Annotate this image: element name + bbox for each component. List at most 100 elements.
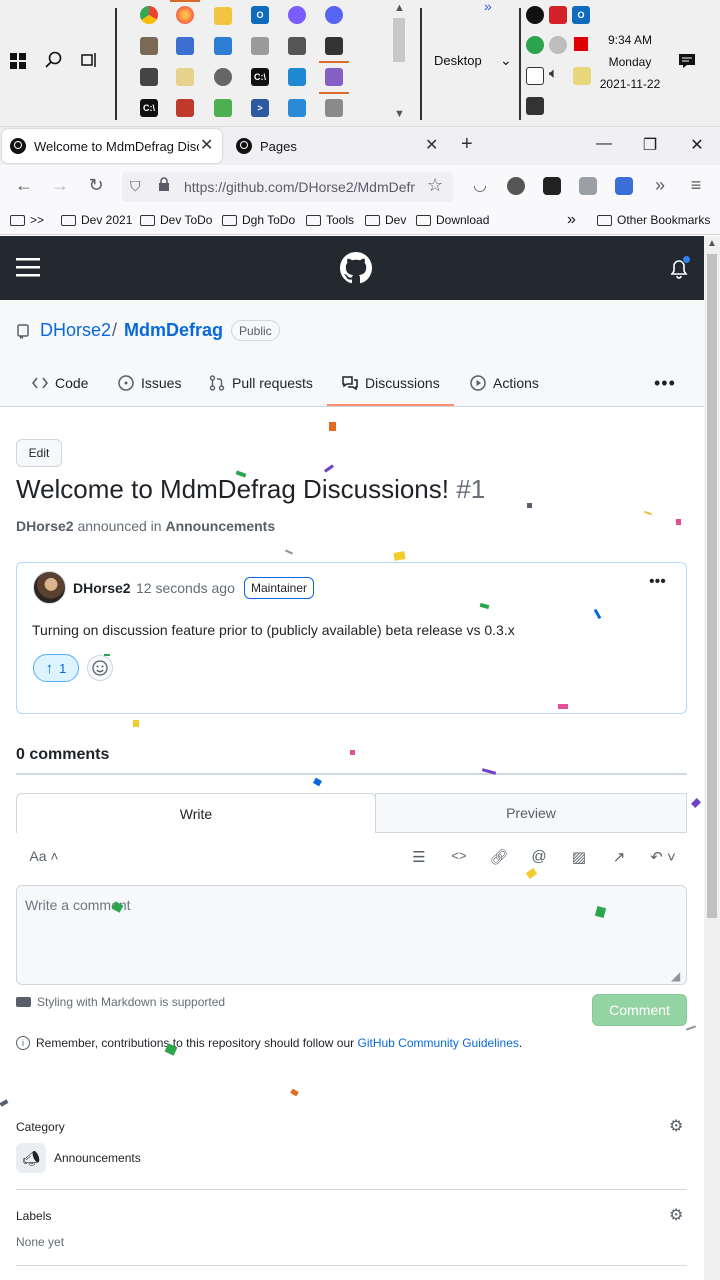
avatar[interactable] — [33, 571, 66, 604]
clock-day[interactable]: Monday — [590, 55, 670, 69]
repo-owner-link[interactable]: DHorse2 — [40, 320, 111, 341]
tracking-protection-icon[interactable]: ⛉ — [130, 178, 141, 195]
tray-notes-icon[interactable] — [573, 67, 591, 85]
post-options-kebab-icon[interactable]: ••• — [649, 573, 666, 591]
list-icon[interactable]: ☰ — [407, 848, 431, 866]
minimize-icon[interactable]: — — [594, 135, 614, 153]
terminal-icon[interactable]: C:\ — [140, 99, 158, 117]
community-guidelines-link[interactable]: GitHub Community Guidelines — [358, 1036, 519, 1050]
other-bookmarks[interactable]: Other Bookmarks — [597, 213, 710, 227]
tray-red-icon[interactable] — [574, 37, 588, 51]
task-view-icon[interactable] — [80, 52, 98, 73]
extension-avatar-icon[interactable] — [507, 177, 525, 195]
mention-icon[interactable]: @ — [527, 848, 551, 865]
messenger-icon[interactable] — [288, 6, 306, 24]
post-timestamp[interactable]: 12 seconds ago — [136, 580, 235, 596]
cross-reference-icon[interactable]: ↗ — [607, 848, 631, 866]
grid-app-icon[interactable] — [288, 99, 306, 117]
new-tab-icon[interactable]: + — [461, 133, 473, 156]
clock-date[interactable]: 2021-11-22 — [590, 77, 670, 91]
close-tab-icon[interactable]: ✕ — [425, 135, 438, 155]
post-author[interactable]: DHorse2 — [73, 580, 131, 596]
author-link[interactable]: DHorse2 — [16, 518, 74, 534]
extension-shield-icon[interactable] — [579, 177, 597, 195]
comment-textarea[interactable]: Write a comment — [16, 885, 687, 985]
upvote-button[interactable]: ↑ 1 — [33, 654, 79, 682]
desktop-toolbar-label[interactable]: Desktop — [434, 53, 482, 68]
pocket-icon[interactable]: ◡ — [468, 175, 492, 195]
comment-submit-button[interactable]: Comment — [592, 994, 687, 1026]
volume-mixer-icon[interactable] — [251, 37, 269, 55]
bookmark-folder-dev-todo[interactable]: Dev ToDo — [140, 213, 212, 227]
browser-tab-discussion[interactable]: Welcome to MdmDefrag Discus — [2, 129, 222, 163]
more-tabs-kebab-icon[interactable]: ••• — [654, 373, 676, 394]
tool-app-icon[interactable] — [288, 37, 306, 55]
bookmark-folder-dev[interactable]: Dev — [365, 213, 406, 227]
link-icon[interactable]: 🔗︎ — [487, 848, 511, 866]
tab-write[interactable]: Write — [16, 793, 376, 833]
windows-start-icon[interactable] — [10, 53, 26, 74]
paint-icon[interactable] — [214, 99, 232, 117]
git-app-icon[interactable] — [176, 99, 194, 117]
powershell-icon[interactable]: > — [251, 99, 269, 117]
close-window-icon[interactable]: ✕ — [687, 135, 707, 155]
bookmarks-overflow-chevrons-icon[interactable]: » — [567, 211, 576, 229]
tab-actions[interactable]: Actions — [470, 375, 539, 391]
bookmark-star-icon[interactable]: ☆ — [427, 175, 443, 196]
chevron-down-icon[interactable]: ⌄ — [500, 52, 512, 69]
vscode-icon[interactable] — [288, 68, 306, 86]
bookmark-folder-dev-2021[interactable]: Dev 2021 — [61, 213, 132, 227]
tab-code[interactable]: Code — [32, 375, 88, 391]
overflow-chevrons[interactable]: » — [484, 0, 492, 14]
device-manager-icon[interactable] — [325, 37, 343, 55]
search-icon[interactable] — [45, 51, 63, 74]
close-tab-icon[interactable]: ✕ — [200, 135, 213, 155]
image-icon[interactable]: ▨ — [567, 848, 591, 866]
extension-reader-icon[interactable] — [615, 177, 633, 195]
edit-button[interactable]: Edit — [16, 439, 62, 467]
reload-icon[interactable]: ↻ — [84, 175, 108, 196]
labels-gear-icon[interactable]: ⚙ — [669, 1205, 683, 1225]
hamburger-menu-icon[interactable]: ≡ — [684, 175, 708, 196]
scroll-up-icon[interactable]: ▲ — [707, 238, 717, 249]
code-icon[interactable]: <> — [447, 848, 471, 863]
taskbar-scroll-down-icon[interactable]: ▼ — [394, 108, 405, 120]
photos-icon[interactable] — [214, 37, 232, 55]
browser-tab-pages[interactable]: Pages — [228, 129, 428, 163]
network-app-icon[interactable] — [325, 99, 343, 117]
onedrive-icon[interactable] — [549, 36, 567, 54]
notifications-bell-icon[interactable] — [670, 255, 691, 284]
network-icon[interactable] — [526, 67, 544, 85]
tab-preview[interactable]: Preview — [375, 793, 687, 833]
github-logo-icon[interactable] — [340, 252, 372, 289]
back-icon[interactable]: ← — [12, 175, 36, 196]
category-link[interactable]: Announcements — [165, 518, 275, 534]
url-text[interactable]: https://github.com/DHorse2/MdmDefr — [184, 179, 420, 195]
hamburger-menu-icon[interactable] — [16, 257, 40, 282]
taskbar-scroll-thumb[interactable] — [393, 18, 405, 62]
firefox-icon[interactable] — [176, 6, 194, 24]
add-reaction-button[interactable] — [87, 655, 113, 681]
tray-camera-icon[interactable] — [526, 97, 544, 115]
command-prompt-icon[interactable]: C:\ — [251, 68, 269, 86]
outlook-icon[interactable]: O — [251, 6, 269, 24]
url-bar[interactable]: ⛉ https://github.com/DHorse2/MdmDefr ☆ — [122, 172, 453, 202]
restore-icon[interactable]: ❐ — [640, 135, 660, 155]
repo-name-link[interactable]: MdmDefrag — [124, 320, 223, 341]
tray-outlook-icon[interactable]: O — [572, 6, 590, 24]
tray-acrobat-icon[interactable] — [549, 6, 567, 24]
chrome-icon[interactable] — [140, 6, 158, 24]
bookmark-folder-overflow[interactable]: >> — [10, 213, 44, 227]
category-value[interactable]: Announcements — [54, 1151, 141, 1165]
tab-discussions[interactable]: Discussions — [342, 375, 440, 391]
notepad-icon[interactable] — [176, 68, 194, 86]
more-tools-chevrons-icon[interactable]: » — [648, 175, 672, 196]
printer-icon[interactable] — [140, 68, 158, 86]
file-explorer-icon[interactable] — [214, 7, 232, 25]
bookmark-folder-tools[interactable]: Tools — [306, 213, 354, 227]
tab-issues[interactable]: Issues — [118, 375, 181, 391]
gimp-icon[interactable] — [140, 37, 158, 55]
bookmark-folder-dgh-todo[interactable]: Dgh ToDo — [222, 213, 295, 227]
taskbar-scroll-up-icon[interactable]: ▲ — [394, 2, 405, 14]
clock-app-icon[interactable] — [214, 68, 232, 86]
